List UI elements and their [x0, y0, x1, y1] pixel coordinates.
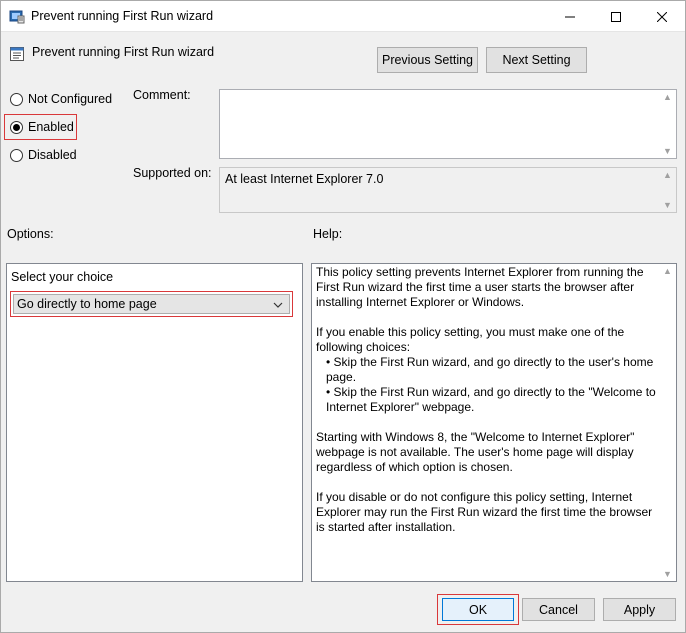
choice-label: Select your choice	[11, 270, 114, 284]
comment-scrollbar[interactable]: ▲ ▼	[659, 90, 676, 158]
policy-setting-icon	[9, 46, 25, 62]
title-bar[interactable]: Prevent running First Run wizard	[1, 1, 685, 32]
radio-label: Disabled	[28, 148, 77, 162]
radio-circle[interactable]	[10, 120, 23, 134]
cancel-button[interactable]: Cancel	[522, 598, 595, 621]
scroll-up-icon[interactable]: ▲	[663, 266, 672, 276]
help-scrollbar[interactable]: ▲ ▼	[659, 264, 676, 581]
radio-circle[interactable]	[10, 92, 23, 106]
scroll-down-icon[interactable]: ▼	[663, 200, 672, 210]
help-paragraph: If you disable or do not configure this …	[316, 490, 653, 534]
help-paragraph: If you enable this policy setting, you m…	[316, 325, 625, 354]
help-label: Help:	[313, 227, 343, 241]
supported-on-box: At least Internet Explorer 7.0 ▲ ▼	[219, 167, 677, 213]
scroll-down-icon[interactable]: ▼	[663, 569, 672, 579]
choice-value: Go directly to home page	[17, 297, 157, 311]
radio-circle[interactable]	[10, 148, 23, 162]
radio-label: Not Configured	[28, 92, 113, 106]
policy-dialog: Prevent running First Run wizard Prevent…	[0, 0, 686, 633]
radio-not-configured[interactable]: Not Configured	[10, 92, 112, 106]
policy-app-icon	[9, 8, 25, 24]
choice-highlight-box: Go directly to home page	[10, 291, 293, 317]
scroll-down-icon[interactable]: ▼	[663, 146, 672, 156]
minimize-button[interactable]	[547, 1, 593, 32]
options-label: Options:	[7, 227, 54, 241]
choice-dropdown[interactable]: Go directly to home page	[13, 294, 290, 314]
help-paragraph: This policy setting prevents Internet Ex…	[316, 265, 644, 309]
radio-label: Enabled	[28, 120, 74, 134]
close-icon	[657, 11, 667, 22]
supported-scrollbar[interactable]: ▲ ▼	[659, 168, 676, 212]
setting-title: Prevent running First Run wizard	[32, 45, 215, 59]
comment-textbox[interactable]: ▲ ▼	[219, 89, 677, 159]
radio-disabled[interactable]: Disabled	[10, 148, 77, 162]
minimize-icon	[565, 16, 575, 17]
help-bullet: • Skip the First Run wizard, and go dire…	[326, 385, 656, 414]
supported-on-label: Supported on:	[133, 166, 212, 180]
maximize-button[interactable]	[593, 1, 639, 32]
ok-button[interactable]: OK	[442, 598, 514, 621]
maximize-icon	[611, 11, 621, 22]
comment-label: Comment:	[133, 88, 191, 102]
radio-enabled[interactable]: Enabled	[10, 120, 74, 134]
supported-on-value: At least Internet Explorer 7.0	[225, 172, 384, 186]
chevron-down-icon	[273, 302, 283, 308]
help-paragraph: Starting with Windows 8, the "Welcome to…	[316, 430, 635, 474]
previous-setting-button[interactable]: Previous Setting	[377, 47, 478, 73]
next-setting-button[interactable]: Next Setting	[486, 47, 587, 73]
scroll-up-icon[interactable]: ▲	[663, 170, 672, 180]
scroll-up-icon[interactable]: ▲	[663, 92, 672, 102]
close-button[interactable]	[639, 1, 685, 32]
help-bullet: • Skip the First Run wizard, and go dire…	[326, 355, 654, 384]
window-title: Prevent running First Run wizard	[31, 9, 214, 23]
help-text: This policy setting prevents Internet Ex…	[316, 265, 659, 550]
apply-button[interactable]: Apply	[603, 598, 676, 621]
